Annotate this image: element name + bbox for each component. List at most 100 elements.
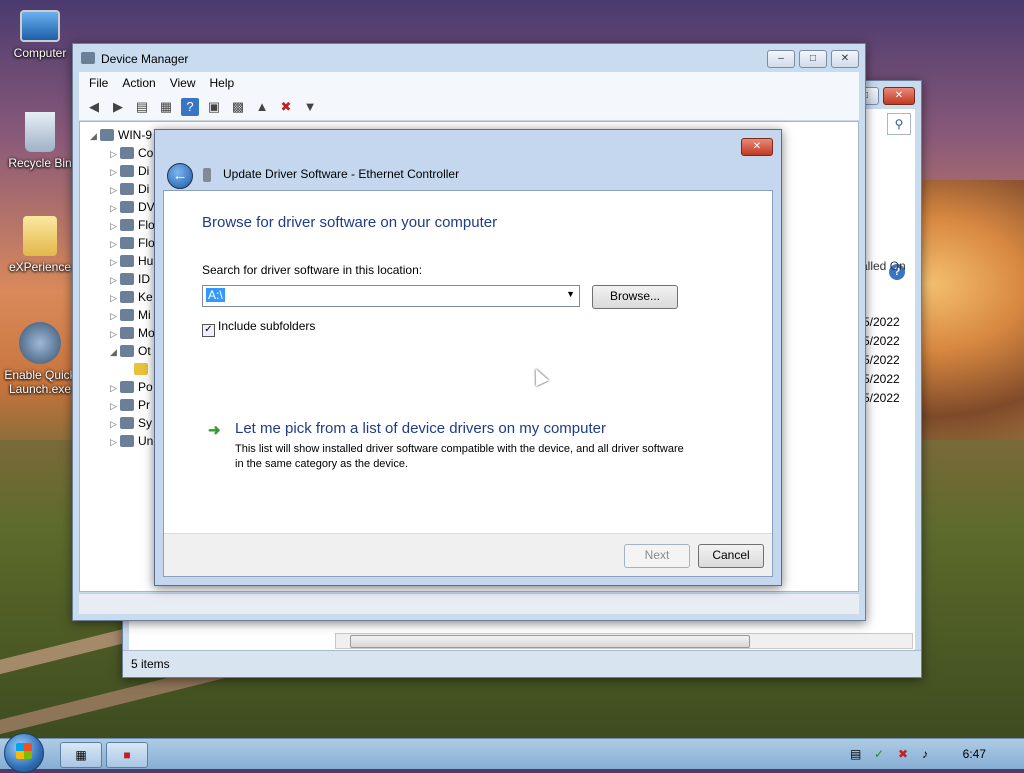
desktop-icon-label: Computer (13, 46, 67, 60)
pick-from-list-title[interactable]: Let me pick from a list of device driver… (235, 420, 606, 437)
disable-device-icon[interactable]: ▼ (301, 98, 319, 116)
network-icon[interactable]: ✖ (898, 747, 908, 761)
close-button[interactable]: ✕ (883, 87, 915, 105)
start-button[interactable] (4, 733, 44, 773)
dialog-titlebar[interactable]: ✕ (155, 130, 781, 158)
tree-node[interactable]: ▷ Un (110, 434, 153, 448)
desktop-icon-recycle-bin[interactable]: Recycle Bin (0, 112, 80, 170)
device-category-icon (120, 255, 134, 267)
dialog-title: Update Driver Software - Ethernet Contro… (223, 167, 460, 181)
tree-root[interactable]: ◢ WIN-9 (90, 128, 152, 142)
close-button[interactable]: ✕ (831, 50, 859, 68)
help-icon[interactable]: ? (181, 98, 199, 116)
search-icon[interactable]: ⚲ (887, 113, 911, 135)
device-category-icon (120, 399, 134, 411)
update-driver-dialog[interactable]: ✕ ← Update Driver Software - Ethernet Co… (154, 129, 782, 586)
tree-node[interactable]: ▷ ID (110, 272, 150, 286)
tree-node[interactable]: ▷ Flo (110, 218, 155, 232)
show-hide-console-tree-icon[interactable]: ▤ (133, 98, 151, 116)
tree-node[interactable]: ▷ Mi (110, 308, 151, 322)
menu-view[interactable]: View (170, 76, 196, 90)
menu-action[interactable]: Action (122, 76, 155, 90)
volume-muted-icon[interactable]: ♪ (922, 747, 928, 761)
update-driver-icon[interactable]: ▲ (253, 98, 271, 116)
tree-node-unknown-device[interactable] (134, 362, 152, 376)
scrollbar-thumb[interactable] (350, 635, 750, 648)
include-subfolders-checkbox[interactable]: ✓ Include subfolders (202, 319, 315, 337)
tree-node[interactable]: ▷ Pr (110, 398, 150, 412)
close-button[interactable]: ✕ (741, 138, 773, 156)
system-tray: ▤ ✓ ✖ ♪ 6:47 (834, 739, 1024, 769)
menu-file[interactable]: File (89, 76, 108, 90)
forward-arrow-icon[interactable]: ▶ (109, 98, 127, 116)
column-header-installed-on[interactable]: alled On (861, 259, 906, 273)
window-title: Device Manager (101, 52, 189, 66)
warning-icon (134, 363, 148, 375)
tree-node[interactable]: ▷ Mo (110, 326, 155, 340)
search-location-value[interactable]: A:\ (206, 288, 225, 302)
tree-node[interactable]: ▷ Hu (110, 254, 153, 268)
list-item-date: 5/2022 (863, 315, 900, 329)
horizontal-scrollbar[interactable] (335, 633, 913, 649)
desktop-icon-experience[interactable]: eXPerience (0, 216, 80, 274)
taskbar-item-device-manager[interactable]: ▦ (60, 742, 102, 768)
taskbar: ▦ ■ ▤ ✓ ✖ ♪ 6:47 (0, 733, 1024, 773)
device-category-icon (120, 165, 134, 177)
search-location-label: Search for driver software in this locat… (202, 263, 423, 277)
status-item-count: 5 items (131, 657, 170, 671)
device-manager-titlebar[interactable]: Device Manager – □ ✕ (73, 44, 865, 72)
device-category-icon (120, 327, 134, 339)
list-item-date: 5/2022 (863, 334, 900, 348)
green-arrow-icon: ➜ (208, 422, 221, 439)
recycle-bin-icon (25, 112, 55, 152)
menu-bar: File Action View Help (79, 72, 859, 94)
back-arrow-icon[interactable]: ◀ (85, 98, 103, 116)
notification-icon[interactable]: ▤ (850, 747, 861, 761)
computer-icon (100, 129, 114, 141)
menu-help[interactable]: Help (210, 76, 235, 90)
action-center-icon[interactable]: ✓ (874, 747, 884, 761)
include-subfolders-label: Include subfolders (218, 319, 316, 333)
dialog-heading: Browse for driver software on your compu… (202, 214, 498, 231)
next-button[interactable]: Next (624, 544, 690, 568)
desktop-icon-computer[interactable]: Computer (0, 10, 80, 60)
device-category-icon (120, 201, 134, 213)
minimize-button[interactable]: – (767, 50, 795, 68)
browse-button[interactable]: Browse... (592, 285, 678, 309)
device-category-icon (120, 273, 134, 285)
uninstall-icon[interactable]: ✖ (277, 98, 295, 116)
scan-hardware-icon[interactable]: ▩ (229, 98, 247, 116)
tree-node[interactable]: ▷ DV (110, 200, 155, 214)
device-category-icon (120, 309, 134, 321)
taskbar-item-programs[interactable]: ■ (106, 742, 148, 768)
tree-node[interactable]: ▷ Flo (110, 236, 155, 250)
tree-node[interactable]: ▷ Sy (110, 416, 152, 430)
tree-node[interactable]: ▷ Ke (110, 290, 153, 304)
back-button[interactable]: ← (167, 163, 193, 189)
search-location-combobox[interactable]: A:\ ▼ (202, 285, 580, 307)
checkbox-checked-icon[interactable]: ✓ (202, 324, 215, 337)
folder-icon (23, 216, 57, 256)
properties-icon[interactable]: ▦ (157, 98, 175, 116)
show-action-pane-icon[interactable]: ▣ (205, 98, 223, 116)
device-category-icon (120, 237, 134, 249)
tree-node[interactable]: ▷ Di (110, 164, 149, 178)
tree-node[interactable]: ▷ Co (110, 146, 153, 160)
device-category-icon (120, 147, 134, 159)
clock[interactable]: 6:47 (963, 747, 986, 761)
cancel-button[interactable]: Cancel (698, 544, 764, 568)
maximize-button[interactable]: □ (799, 50, 827, 68)
device-category-icon (120, 345, 134, 357)
device-category-icon (120, 381, 134, 393)
tree-node[interactable]: ▷ Po (110, 380, 153, 394)
dialog-body: Browse for driver software on your compu… (163, 190, 773, 577)
device-category-icon (120, 183, 134, 195)
list-item-date: 5/2022 (863, 372, 900, 386)
desktop-icon-label: eXPerience (8, 260, 72, 274)
desktop-icon-enable-quick-launch[interactable]: Enable Quick Launch.exe (0, 322, 80, 396)
chevron-down-icon[interactable]: ▼ (566, 289, 575, 299)
tree-node[interactable]: ▷ Di (110, 182, 149, 196)
tree-node[interactable]: ◢ Ot (110, 344, 151, 358)
explorer-status-bar: 5 items (123, 650, 921, 677)
windows-logo-icon (16, 743, 32, 759)
